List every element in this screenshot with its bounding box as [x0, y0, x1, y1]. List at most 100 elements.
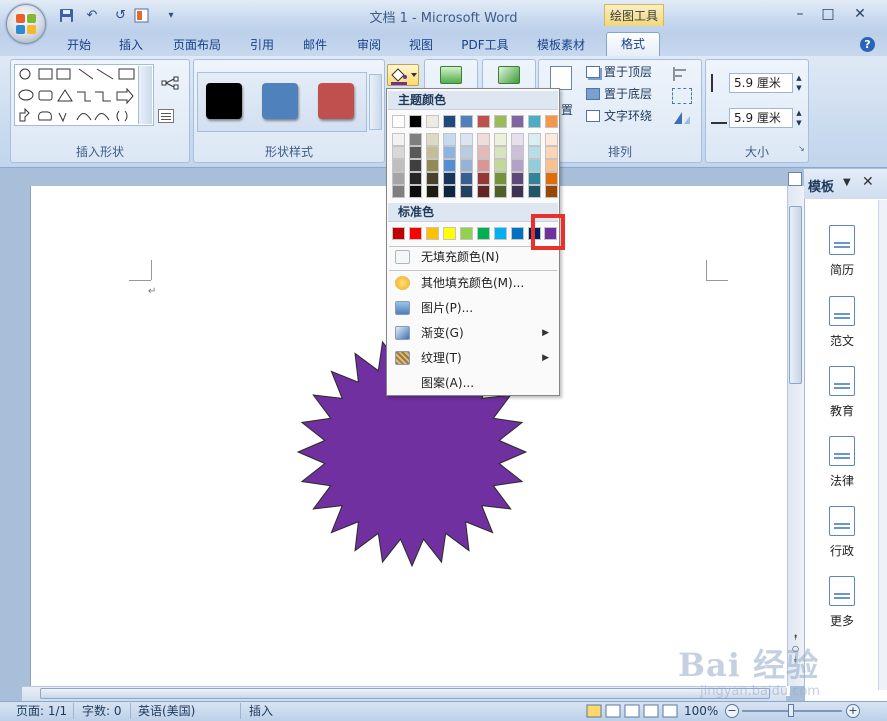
standard-color-swatch[interactable]	[409, 227, 422, 240]
text-box-icon[interactable]	[158, 109, 174, 123]
theme-shade-swatch[interactable]	[392, 146, 405, 159]
theme-color-swatch[interactable]	[511, 115, 524, 128]
pane-item-law[interactable]: 法律	[812, 436, 872, 489]
tab-insert[interactable]: 插入	[112, 34, 150, 56]
theme-shade-swatch[interactable]	[426, 146, 439, 159]
theme-shade-swatch[interactable]	[392, 172, 405, 185]
horizontal-scroll-thumb[interactable]	[40, 688, 770, 699]
tab-home[interactable]: 开始	[60, 34, 98, 56]
theme-shade-swatch[interactable]	[443, 133, 456, 146]
theme-shade-swatch[interactable]	[409, 172, 422, 185]
theme-color-swatch[interactable]	[409, 115, 422, 128]
theme-color-swatch[interactable]	[392, 115, 405, 128]
theme-shade-swatch[interactable]	[528, 172, 541, 185]
shape-gallery-icons[interactable]	[15, 65, 155, 127]
theme-shade-swatch[interactable]	[494, 146, 507, 159]
theme-shade-swatch[interactable]	[494, 159, 507, 172]
theme-shade-swatch[interactable]	[511, 159, 524, 172]
theme-shade-swatch[interactable]	[409, 159, 422, 172]
theme-shade-swatch[interactable]	[477, 159, 490, 172]
style-swatch-black[interactable]	[206, 83, 242, 119]
status-insert-mode[interactable]: 插入	[249, 703, 273, 719]
theme-shade-swatch[interactable]	[511, 133, 524, 146]
tab-page-layout[interactable]: 页面布局	[166, 34, 228, 56]
zoom-level[interactable]: 100%	[684, 703, 718, 719]
shape-gallery[interactable]	[14, 64, 154, 126]
zoom-out-icon[interactable]: −	[725, 704, 739, 718]
standard-color-swatch[interactable]	[392, 227, 405, 240]
theme-shade-swatch[interactable]	[392, 159, 405, 172]
text-wrapping-button[interactable]: 文字环绕	[604, 108, 652, 124]
height-field[interactable]: 5.9 厘米	[729, 73, 793, 93]
office-button[interactable]	[6, 4, 46, 44]
width-spinner[interactable]: ▲ ▼	[793, 108, 805, 128]
theme-color-swatch[interactable]	[528, 115, 541, 128]
theme-shade-swatch[interactable]	[460, 133, 473, 146]
standard-color-swatch[interactable]	[511, 227, 524, 240]
pane-item-admin[interactable]: 行政	[812, 506, 872, 559]
theme-color-swatch[interactable]	[426, 115, 439, 128]
view-buttons[interactable]	[586, 704, 678, 718]
theme-shade-swatch[interactable]	[477, 185, 490, 198]
3d-effects-icon[interactable]	[498, 66, 520, 84]
minimize-button[interactable]: –	[788, 5, 812, 23]
theme-shade-swatch[interactable]	[409, 146, 422, 159]
theme-color-swatch[interactable]	[545, 115, 558, 128]
theme-shade-swatch[interactable]	[460, 172, 473, 185]
menu-more-colors[interactable]: 其他填充颜色(M)...	[389, 271, 557, 295]
align-icon[interactable]	[672, 66, 692, 82]
theme-shade-swatch[interactable]	[511, 172, 524, 185]
theme-shade-swatch[interactable]	[443, 172, 456, 185]
standard-color-swatch[interactable]	[477, 227, 490, 240]
bring-to-front-button[interactable]: 置于顶层	[604, 64, 652, 80]
theme-shade-swatch[interactable]	[426, 185, 439, 198]
status-word-count[interactable]: 字数: 0	[82, 703, 122, 719]
theme-shade-swatch[interactable]	[443, 159, 456, 172]
theme-shade-swatch[interactable]	[494, 172, 507, 185]
menu-gradient[interactable]: 渐变(G) ▶	[389, 321, 557, 345]
rotate-icon[interactable]	[672, 110, 692, 126]
menu-picture[interactable]: 图片(P)...	[389, 296, 557, 320]
send-to-back-button[interactable]: 置于底层	[604, 86, 652, 102]
theme-shade-swatch[interactable]	[545, 159, 558, 172]
tab-mailings[interactable]: 邮件	[297, 34, 333, 56]
menu-pattern[interactable]: 图案(A)...	[389, 371, 557, 395]
theme-shade-swatch[interactable]	[426, 159, 439, 172]
position-icon[interactable]	[550, 66, 572, 90]
tab-format[interactable]: 格式	[606, 32, 660, 56]
theme-shade-swatch[interactable]	[511, 146, 524, 159]
pane-scrollbar[interactable]	[878, 200, 887, 690]
status-language[interactable]: 英语(美国)	[138, 703, 195, 719]
theme-shade-swatch[interactable]	[460, 146, 473, 159]
theme-shade-swatch[interactable]	[460, 159, 473, 172]
theme-shade-swatch[interactable]	[392, 133, 405, 146]
theme-shade-swatch[interactable]	[426, 133, 439, 146]
theme-color-swatch[interactable]	[460, 115, 473, 128]
vertical-scroll-thumb[interactable]	[789, 206, 802, 384]
status-page[interactable]: 页面: 1/1	[16, 703, 67, 719]
theme-shade-swatch[interactable]	[494, 185, 507, 198]
standard-color-swatch[interactable]	[494, 227, 507, 240]
tab-templates[interactable]: 模板素材	[530, 34, 592, 56]
theme-shade-swatch[interactable]	[477, 172, 490, 185]
pane-item-sample[interactable]: 范文	[812, 296, 872, 349]
theme-shade-swatch[interactable]	[409, 185, 422, 198]
close-button[interactable]: ✕	[848, 5, 872, 23]
width-field[interactable]: 5.9 厘米	[729, 108, 793, 128]
standard-color-swatch[interactable]	[460, 227, 473, 240]
pane-pin-icon[interactable]	[788, 172, 802, 186]
tab-review[interactable]: 审阅	[351, 34, 387, 56]
edit-shape-icon[interactable]	[160, 76, 184, 90]
pane-item-resume[interactable]: 简历	[812, 225, 872, 278]
menu-texture[interactable]: 纹理(T) ▶	[389, 346, 557, 370]
theme-shade-swatch[interactable]	[477, 133, 490, 146]
theme-color-swatch[interactable]	[443, 115, 456, 128]
standard-color-swatch[interactable]	[443, 227, 456, 240]
zoom-in-icon[interactable]: +	[846, 704, 860, 718]
theme-shade-swatch[interactable]	[528, 146, 541, 159]
tab-references[interactable]: 引用	[244, 34, 280, 56]
theme-shade-swatch[interactable]	[545, 133, 558, 146]
fill-color-button[interactable]	[387, 64, 419, 86]
theme-shade-swatch[interactable]	[494, 133, 507, 146]
theme-shade-swatch[interactable]	[545, 185, 558, 198]
